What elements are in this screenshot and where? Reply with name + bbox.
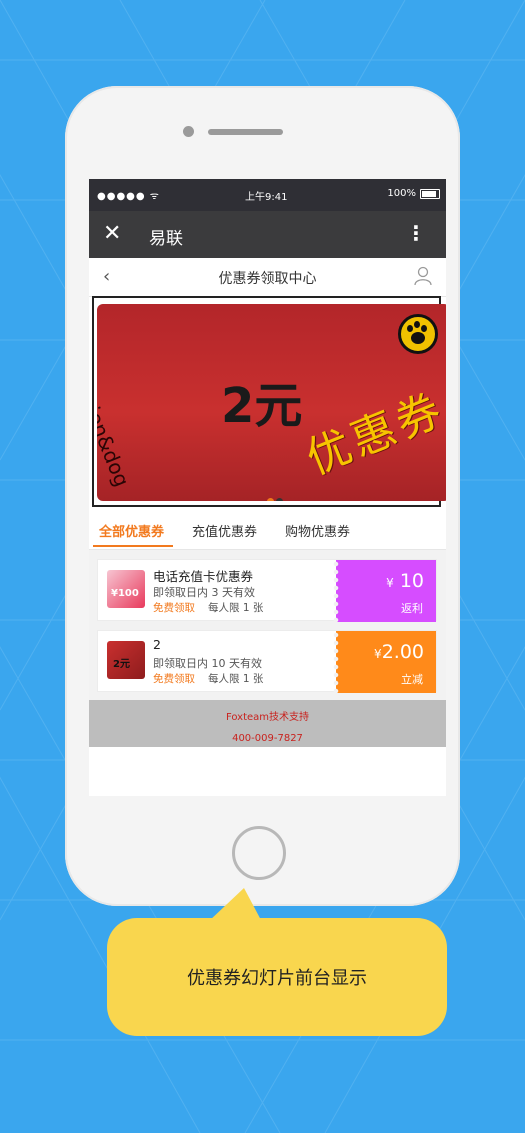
status-bar: ●●●●● ᯤ 上午9:41 100%: [89, 179, 446, 211]
footer: Foxteam技术支持 400-009-7827: [89, 700, 446, 747]
coupon-value-panel[interactable]: ¥2.00 立减: [333, 631, 436, 693]
battery-icon: [420, 189, 440, 199]
banner-slideshow[interactable]: fashion&dog 2元 优惠券: [92, 296, 446, 507]
page-title: 优惠券领取中心: [218, 271, 317, 287]
coupon-kind: 立减: [401, 673, 423, 686]
battery-level: 100%: [387, 188, 416, 199]
phone-frame: ●●●●● ᯤ 上午9:41 100% ✕ 易联 ⋮ ‹ 优惠券领取中心 fas…: [65, 86, 460, 906]
currency-symbol: ¥: [386, 576, 394, 590]
slide-dot-active[interactable]: [267, 498, 274, 501]
home-button[interactable]: [232, 826, 286, 880]
coupon-value: ¥ 10: [386, 570, 424, 592]
coupon-perforation: [333, 631, 339, 693]
phone-screen: ●●●●● ᯤ 上午9:41 100% ✕ 易联 ⋮ ‹ 优惠券领取中心 fas…: [89, 179, 446, 796]
app-nav-bar: ✕ 易联 ⋮: [89, 211, 446, 258]
thumbnail-value: ¥100: [111, 588, 139, 599]
app-title: 易联: [149, 229, 183, 249]
coupon-tabs: 全部优惠券 充值优惠券 购物优惠券: [89, 511, 446, 550]
tab-all-coupons[interactable]: 全部优惠券: [99, 521, 164, 540]
free-claim-link[interactable]: 免费领取: [153, 600, 195, 615]
coupon-limit: 每人限 1 张: [208, 602, 264, 614]
speaker-grille: [208, 129, 283, 135]
coupon-thumbnail: ¥100: [107, 570, 145, 608]
tab-recharge-coupons[interactable]: 充值优惠券: [192, 521, 257, 540]
coupon-value-amount: 10: [399, 570, 424, 592]
caption-text: 优惠券幻灯片前台显示: [187, 968, 367, 989]
tab-shopping-coupons[interactable]: 购物优惠券: [285, 521, 350, 540]
coupon-name: 2: [153, 637, 161, 652]
coupon-value: ¥2.00: [374, 641, 424, 663]
coupon-card[interactable]: ¥100 电话充值卡优惠券 即领取日内 3 天有效 免费领取 每人限 1 张 ¥…: [97, 559, 437, 622]
status-time: 上午9:41: [245, 192, 288, 203]
carrier-signal: ●●●●● ᯤ: [97, 191, 160, 202]
camera-icon: [183, 126, 194, 137]
coupon-list: ¥100 电话充值卡优惠券 即领取日内 3 天有效 免费领取 每人限 1 张 ¥…: [89, 550, 446, 700]
user-icon[interactable]: [414, 266, 432, 286]
thumbnail-value: 2元: [113, 659, 130, 670]
slide-indicator: [267, 490, 285, 501]
coupon-name: 电话充值卡优惠券: [153, 569, 254, 584]
active-tab-underline: [93, 545, 173, 547]
paw-logo-icon: [398, 314, 438, 354]
coupon-validity: 即领取日内 3 天有效: [153, 586, 255, 599]
banner-amount: 2元: [221, 378, 303, 434]
banner-stamp-text: 优惠券: [299, 383, 446, 485]
currency-symbol: ¥: [374, 647, 382, 661]
tech-support-text: Foxteam技术支持: [225, 712, 310, 723]
support-phone[interactable]: 400-009-7827: [89, 723, 446, 744]
coupon-value-panel[interactable]: ¥ 10 返利: [333, 560, 436, 622]
coupon-card[interactable]: 2元 2 即领取日内 10 天有效 免费领取 每人限 1 张 ¥2.00 立减: [97, 630, 437, 693]
coupon-validity: 即领取日内 10 天有效: [153, 657, 262, 670]
coupon-value-amount: 2.00: [381, 641, 424, 663]
caption-bubble: 优惠券幻灯片前台显示: [107, 918, 447, 1036]
more-vertical-icon[interactable]: ⋮: [406, 221, 426, 245]
coupon-limit: 每人限 1 张: [208, 673, 264, 685]
coupon-perforation: [333, 560, 339, 622]
coupon-banner-slide[interactable]: fashion&dog 2元 优惠券: [97, 304, 446, 501]
free-claim-link[interactable]: 免费领取: [153, 671, 195, 686]
banner-brand: fashion&dog: [97, 364, 135, 490]
coupon-thumbnail: 2元: [107, 641, 145, 679]
coupon-kind: 返利: [401, 602, 423, 615]
caption-bubble-tail: [208, 888, 262, 922]
close-icon[interactable]: ✕: [103, 221, 121, 246]
slide-dot[interactable]: [276, 498, 283, 501]
page-header: ‹ 优惠券领取中心: [89, 258, 446, 297]
